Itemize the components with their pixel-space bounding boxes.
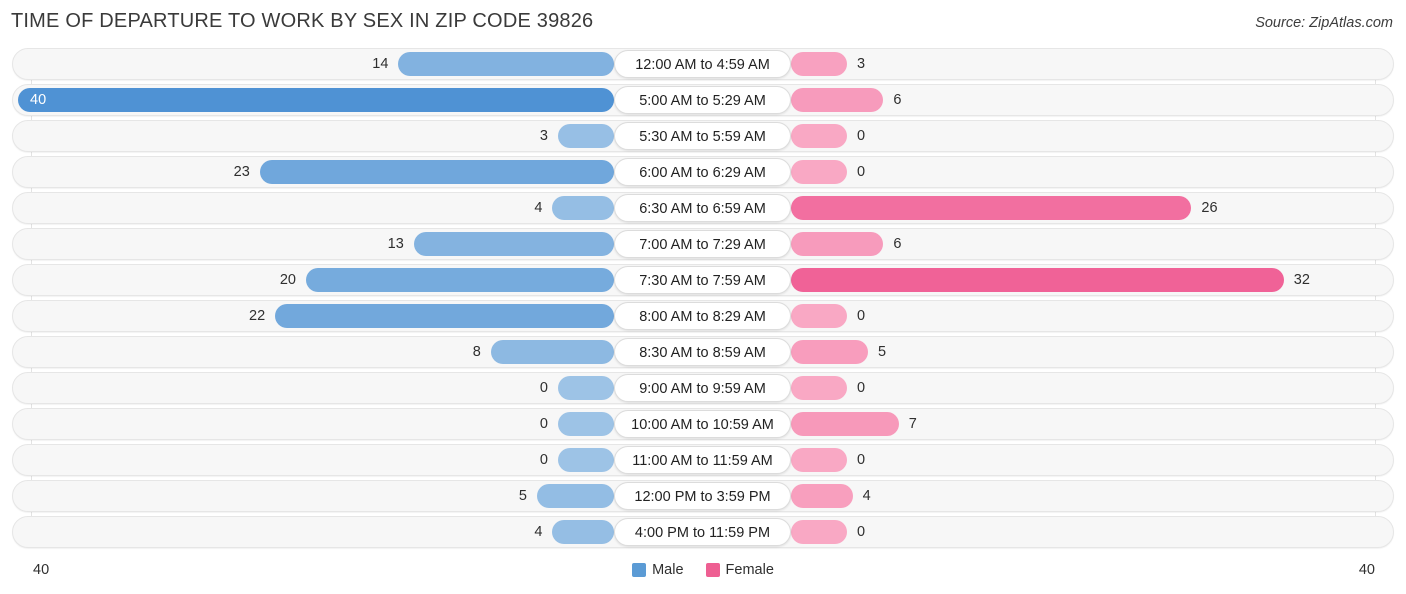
legend-swatch-female-icon [705,563,720,577]
category-label: 7:00 AM to 7:29 AM [614,230,791,258]
chart-header: TIME OF DEPARTURE TO WORK BY SEX IN ZIP … [0,0,1406,48]
bar-female[interactable] [791,376,847,400]
value-label-male: 4 [534,524,543,540]
legend-swatch-male-icon [632,563,647,577]
chart-row: 5 4 12:00 PM to 3:59 PM [0,480,1406,516]
chart-row: 0 7 10:00 AM to 10:59 AM [0,408,1406,444]
category-label: 5:30 AM to 5:59 AM [614,122,791,150]
legend-label-male: Male [652,562,684,578]
value-label-male: 0 [539,452,548,468]
chart-row: 4 0 4:00 PM to 11:59 PM [0,516,1406,552]
bar-male[interactable] [558,412,614,436]
value-label-female: 0 [857,128,866,144]
category-label: 12:00 PM to 3:59 PM [614,482,791,510]
chart-row: 13 6 7:00 AM to 7:29 AM [0,228,1406,264]
legend-item-male[interactable]: Male [632,562,684,578]
bar-male[interactable] [552,196,614,220]
chart-legend: Male Female [0,562,1406,578]
category-label: 11:00 AM to 11:59 AM [614,446,791,474]
chart-row: 8 5 8:30 AM to 8:59 AM [0,336,1406,372]
source-attribution: Source: ZipAtlas.com [1255,15,1393,31]
bar-male[interactable] [490,340,614,364]
category-label: 12:00 AM to 4:59 AM [614,50,791,78]
category-label: 10:00 AM to 10:59 AM [614,410,791,438]
chart-row: 0 0 9:00 AM to 9:59 AM [0,372,1406,408]
value-label-female: 6 [893,236,902,252]
category-label: 4:00 PM to 11:59 PM [614,518,791,546]
chart-footer: 40 40 Male Female [0,553,1406,594]
category-label: 8:00 AM to 8:29 AM [614,302,791,330]
bar-female[interactable] [791,232,884,256]
bar-female[interactable] [791,124,847,148]
bar-male[interactable] [398,52,614,76]
legend-label-female: Female [725,562,774,578]
chart-row: 40 6 5:00 AM to 5:29 AM [0,84,1406,120]
value-label-male: 0 [539,380,548,396]
category-label: 6:30 AM to 6:59 AM [614,194,791,222]
value-label-female: 0 [857,164,866,180]
chart-row: 22 0 8:00 AM to 8:29 AM [0,300,1406,336]
value-label-female: 5 [878,344,887,360]
bar-female[interactable] [791,448,847,472]
bar-male[interactable] [558,376,614,400]
bar-male[interactable] [275,304,614,328]
category-label: 8:30 AM to 8:59 AM [614,338,791,366]
bar-male[interactable] [558,124,614,148]
bar-female[interactable] [791,340,868,364]
category-label: 5:00 AM to 5:29 AM [614,86,791,114]
bar-female[interactable] [791,484,853,508]
value-label-female: 4 [862,488,871,504]
value-label-male: 20 [279,272,296,288]
value-label-female: 0 [857,452,866,468]
bar-female[interactable] [791,196,1192,220]
chart-row: 4 26 6:30 AM to 6:59 AM [0,192,1406,228]
bar-male[interactable] [306,268,614,292]
value-label-male: 8 [472,344,481,360]
chart-row: 23 0 6:00 AM to 6:29 AM [0,156,1406,192]
category-label: 9:00 AM to 9:59 AM [614,374,791,402]
value-label-male: 13 [387,236,404,252]
bar-female[interactable] [791,88,884,112]
value-label-male: 40 [30,92,47,108]
bar-female[interactable] [791,520,847,544]
value-label-female: 7 [908,416,917,432]
bar-female[interactable] [791,412,899,436]
bar-female[interactable] [791,304,847,328]
bar-male[interactable] [259,160,614,184]
chart-row: 20 32 7:30 AM to 7:59 AM [0,264,1406,300]
value-label-female: 32 [1293,272,1310,288]
bar-male[interactable] [558,448,614,472]
bar-male[interactable] [413,232,614,256]
bar-male[interactable] [537,484,614,508]
value-label-female: 0 [857,308,866,324]
chart-rows: 14 3 12:00 AM to 4:59 AM 40 6 5:00 AM to 5:29… [0,48,1406,552]
value-label-male: 4 [534,200,543,216]
bar-male[interactable] [18,88,614,112]
value-label-female: 6 [893,92,902,108]
bar-female[interactable] [791,268,1284,292]
chart-row: 0 0 11:00 AM to 11:59 AM [0,444,1406,480]
value-label-male: 23 [233,164,250,180]
bar-female[interactable] [791,52,847,76]
chart-plot-area: 14 3 12:00 AM to 4:59 AM 40 6 5:00 AM to 5:29… [0,48,1406,553]
chart-row: 14 3 12:00 AM to 4:59 AM [0,48,1406,84]
value-label-male: 14 [372,56,389,72]
chart-row: 3 0 5:30 AM to 5:59 AM [0,120,1406,156]
value-label-female: 0 [857,524,866,540]
category-label: 7:30 AM to 7:59 AM [614,266,791,294]
category-label: 6:00 AM to 6:29 AM [614,158,791,186]
legend-item-female[interactable]: Female [705,562,774,578]
value-label-male: 0 [539,416,548,432]
bar-male[interactable] [552,520,614,544]
bar-female[interactable] [791,160,847,184]
value-label-male: 5 [518,488,527,504]
page-title: TIME OF DEPARTURE TO WORK BY SEX IN ZIP … [11,10,594,32]
value-label-male: 3 [539,128,548,144]
value-label-female: 0 [857,380,866,396]
value-label-male: 22 [249,308,266,324]
value-label-female: 26 [1201,200,1218,216]
value-label-female: 3 [857,56,866,72]
